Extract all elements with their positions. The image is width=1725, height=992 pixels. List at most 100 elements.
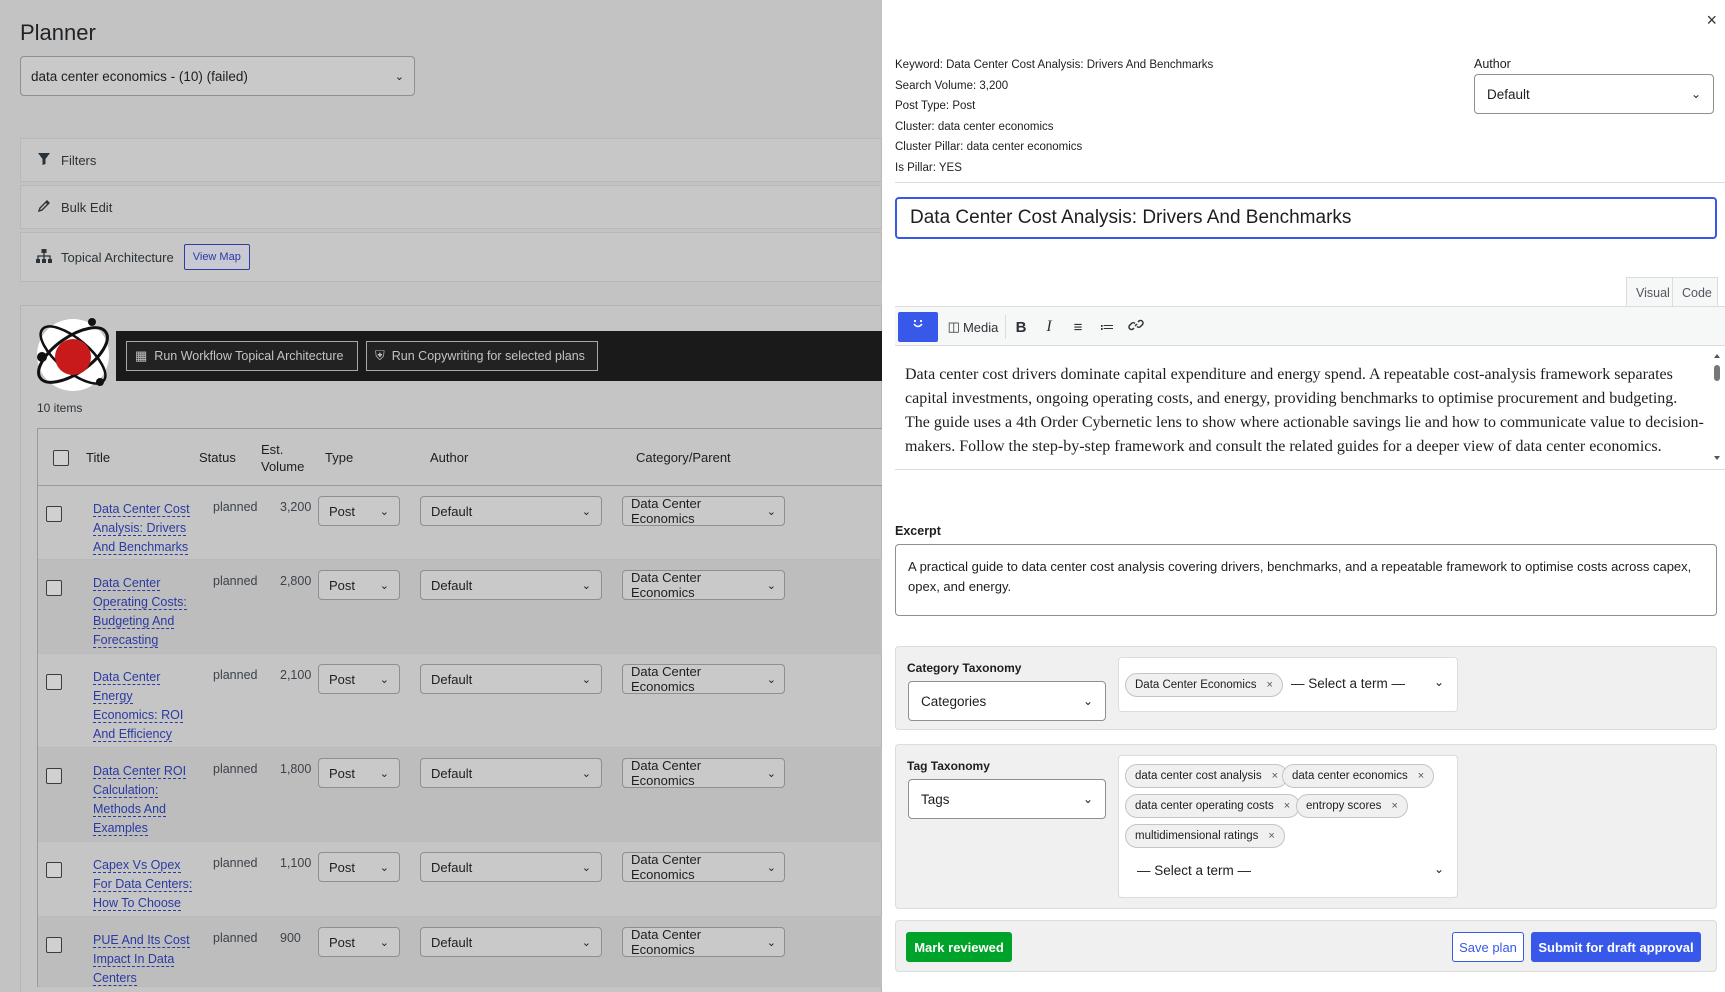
remove-icon[interactable]: × (1272, 770, 1278, 782)
select-term-placeholder[interactable]: — Select a term — (1137, 863, 1251, 878)
plan-title-link[interactable]: Data Center Cost Analysis: Drivers And B… (93, 500, 193, 557)
category-select[interactable]: Data Center Economics ⌄ (622, 570, 785, 600)
plan-title-link[interactable]: Data Center Operating Costs: Budgeting A… (93, 574, 193, 650)
author-select[interactable]: Default ⌄ (420, 664, 602, 694)
topical-architecture-label: Topical Architecture (61, 249, 174, 265)
category-select[interactable]: Data Center Economics ⌄ (622, 496, 785, 526)
chevron-down-icon[interactable]: ⌄ (1434, 675, 1444, 689)
author-select[interactable]: Default ⌄ (1474, 74, 1714, 114)
tag-term-chip[interactable]: data center cost analysis × (1125, 764, 1289, 788)
mark-reviewed-button[interactable]: Mark reviewed (906, 932, 1012, 962)
tag-term-chip[interactable]: multidimensional ratings × (1125, 824, 1285, 848)
plan-title-link[interactable]: Data Center ROI Calculation: Methods And… (93, 762, 193, 838)
tag-term-chip[interactable]: data center operating costs × (1125, 794, 1301, 818)
row-checkbox[interactable] (46, 580, 62, 596)
remove-icon[interactable]: × (1391, 800, 1397, 812)
col-title[interactable]: Title (86, 429, 110, 486)
toolbar-separator (1005, 315, 1006, 339)
author-select[interactable]: Default ⌄ (420, 927, 602, 957)
category-select[interactable]: Data Center Economics ⌄ (622, 927, 785, 957)
close-icon[interactable]: × (1706, 10, 1717, 31)
plan-title-link[interactable]: Data Center Energy Economics: ROI And Ef… (93, 668, 193, 744)
tag-terms-field[interactable]: data center cost analysis × data center e… (1118, 755, 1458, 898)
remove-icon[interactable]: × (1268, 830, 1274, 842)
plan-title-link[interactable]: Capex Vs Opex For Data Centers: How To C… (93, 856, 193, 913)
plan-select[interactable]: data center economics - (10) (failed) ⌄ (20, 56, 415, 96)
plan-volume: 2,800 (280, 574, 312, 588)
add-media-button[interactable]: ◫ Media (945, 312, 1001, 342)
sitemap-icon (35, 248, 53, 267)
category-taxonomy-select[interactable]: Categories ⌄ (908, 681, 1106, 721)
run-workflow-button[interactable]: ▦ Run Workflow Topical Architecture (126, 341, 358, 371)
save-plan-button[interactable]: Save plan (1452, 932, 1524, 962)
category-taxonomy-value: Categories (921, 693, 987, 709)
italic-button[interactable]: I (1038, 312, 1060, 342)
row-checkbox[interactable] (46, 862, 62, 878)
table-row: Data Center Cost Analysis: Drivers And B… (38, 486, 882, 560)
tag-term-chip[interactable]: entropy scores × (1296, 794, 1408, 818)
run-copywriting-button[interactable]: ⛨ Run Copywriting for selected plans (366, 341, 598, 371)
excerpt-textarea[interactable]: A practical guide to data center cost an… (895, 544, 1717, 616)
bulk-edit-panel[interactable]: Bulk Edit (20, 185, 882, 229)
link-icon (1128, 317, 1144, 337)
plan-status: planned (213, 762, 258, 776)
type-select[interactable]: Post ⌄ (318, 570, 400, 600)
type-select[interactable]: Post ⌄ (318, 664, 400, 694)
author-label: Author (1474, 57, 1511, 71)
submit-draft-approval-button[interactable]: Submit for draft approval (1531, 932, 1701, 962)
tab-code[interactable]: Code (1672, 277, 1718, 308)
col-volume[interactable]: Est. Volume (261, 429, 304, 486)
post-title-input[interactable]: Data Center Cost Analysis: Drivers And B… (895, 197, 1717, 239)
row-checkbox[interactable] (46, 674, 62, 690)
meta-pillar: Cluster Pillar: data center economics (895, 141, 1083, 153)
type-select-value: Post (329, 671, 356, 687)
tag-taxonomy-select[interactable]: Tags ⌄ (908, 779, 1106, 819)
plan-title-link[interactable]: PUE And Its Cost Impact In Data Centers (93, 931, 193, 988)
tag-term-label: data center operating costs (1135, 800, 1274, 812)
select-term-placeholder[interactable]: — Select a term — (1291, 676, 1405, 691)
category-select[interactable]: Data Center Economics ⌄ (622, 758, 785, 788)
remove-icon[interactable]: × (1284, 800, 1290, 812)
items-count: 10 items (37, 401, 83, 415)
col-type[interactable]: Type (325, 429, 353, 486)
category-select[interactable]: Data Center Economics ⌄ (622, 852, 785, 882)
chevron-down-icon: ⌄ (581, 673, 591, 686)
filters-panel[interactable]: Filters (20, 138, 882, 182)
author-select[interactable]: Default ⌄ (420, 496, 602, 526)
remove-icon[interactable]: × (1418, 770, 1424, 782)
category-terms-field[interactable]: Data Center Economics × — Select a term … (1118, 657, 1458, 712)
editor-scrollbar[interactable] (1713, 352, 1721, 464)
author-select[interactable]: Default ⌄ (420, 852, 602, 882)
type-select[interactable]: Post ⌄ (318, 496, 400, 526)
author-select[interactable]: Default ⌄ (420, 570, 602, 600)
numbered-list-button[interactable]: ≔ (1096, 312, 1118, 342)
category-select[interactable]: Data Center Economics ⌄ (622, 664, 785, 694)
tag-term-label: data center cost analysis (1135, 770, 1262, 782)
type-select[interactable]: Post ⌄ (318, 927, 400, 957)
chevron-down-icon[interactable]: ⌄ (1434, 862, 1444, 876)
category-term-chip[interactable]: Data Center Economics × (1125, 673, 1283, 697)
tag-term-chip[interactable]: data center economics × (1282, 764, 1435, 788)
remove-icon[interactable]: × (1266, 679, 1272, 691)
bold-button[interactable]: B (1010, 312, 1032, 342)
type-select[interactable]: Post ⌄ (318, 758, 400, 788)
emoji-button[interactable] (898, 312, 938, 342)
row-checkbox[interactable] (46, 768, 62, 784)
col-category[interactable]: Category/Parent (636, 429, 731, 486)
category-term-label: Data Center Economics (1135, 679, 1257, 691)
view-map-button[interactable]: View Map (183, 244, 250, 270)
row-checkbox[interactable] (46, 937, 62, 953)
content-editor[interactable]: Data center cost drivers dominate capita… (895, 346, 1725, 470)
select-all-checkbox[interactable] (53, 450, 69, 466)
author-select[interactable]: Default ⌄ (420, 758, 602, 788)
bullet-list-button[interactable]: ≡ (1067, 312, 1089, 342)
col-status[interactable]: Status (199, 429, 236, 486)
row-checkbox[interactable] (46, 506, 62, 522)
plan-meta: Keyword: Data Center Cost Analysis: Driv… (895, 55, 1213, 178)
tag-taxonomy-box: Tag Taxonomy Tags ⌄ data center cost ana… (895, 744, 1717, 909)
link-button[interactable] (1125, 312, 1147, 342)
col-author[interactable]: Author (430, 429, 468, 486)
type-select-value: Post (329, 765, 356, 781)
type-select[interactable]: Post ⌄ (318, 852, 400, 882)
shield-icon: ⛨ (375, 348, 385, 363)
